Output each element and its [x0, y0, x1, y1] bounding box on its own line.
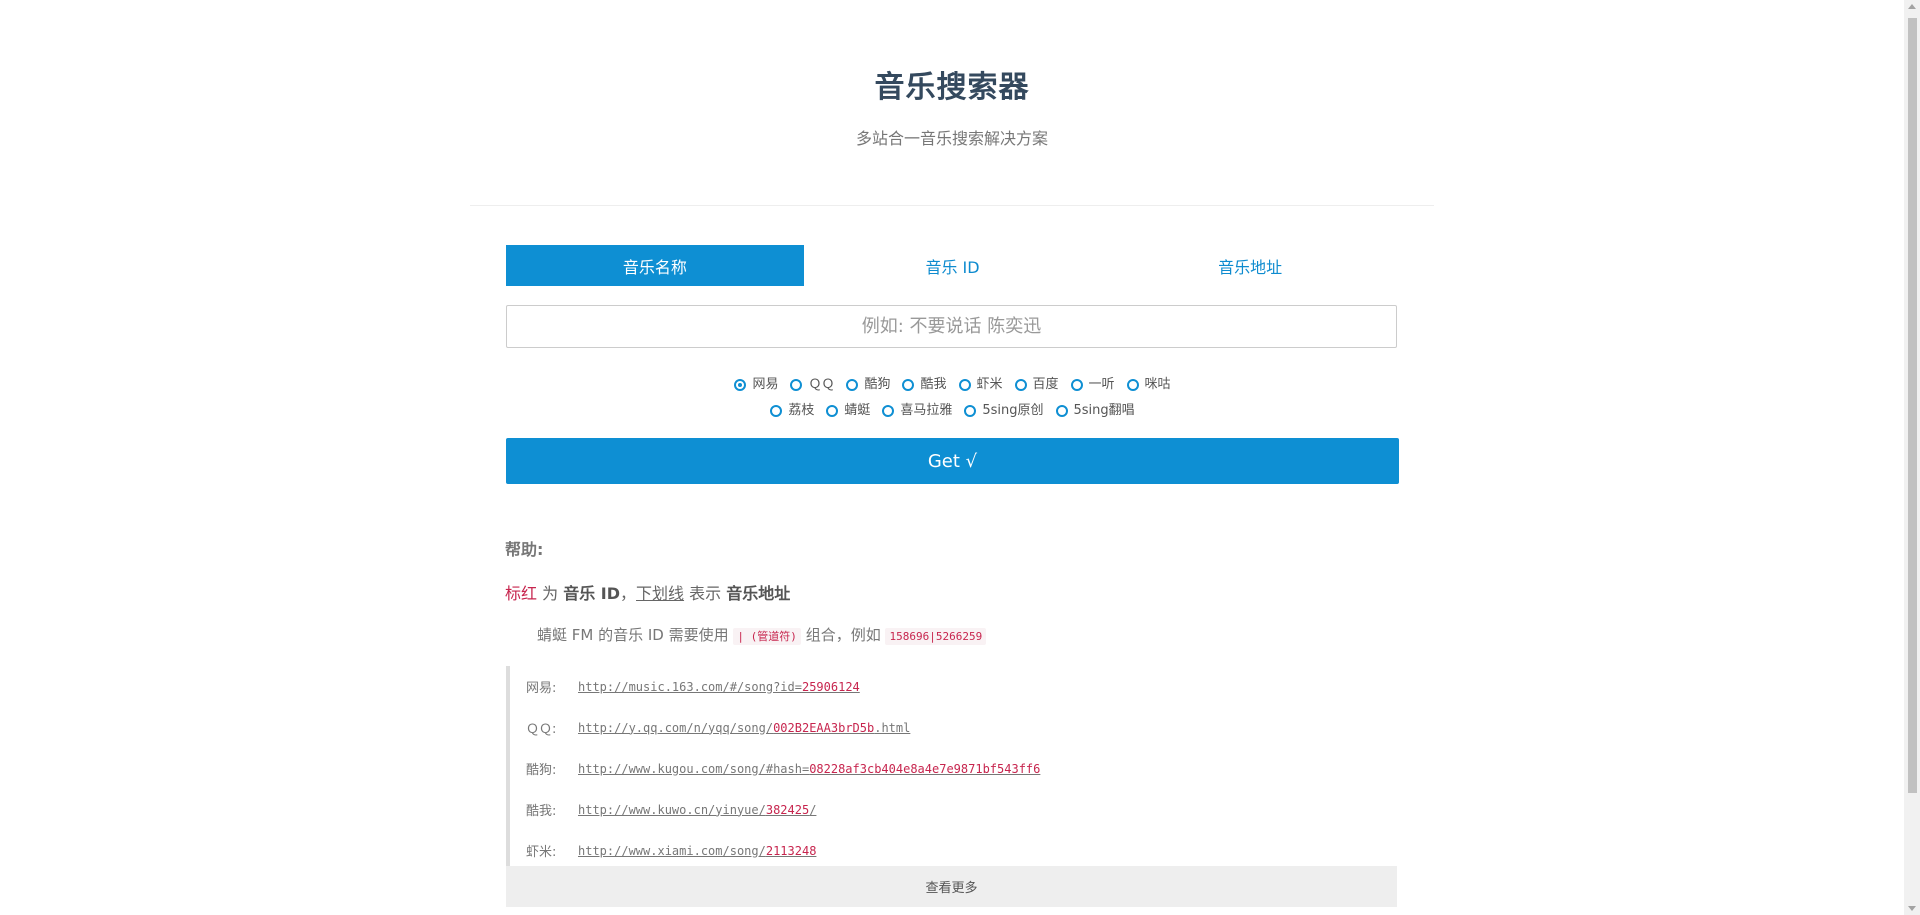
qingting-note: 蜻蜓 FM 的音乐 ID 需要使用 | (管道符) 组合，例如 158696|5… [537, 624, 987, 645]
music-id-term: 音乐 ID [563, 584, 621, 603]
radio-label: 5sing原创 [982, 403, 1044, 418]
example-label: 网易: [526, 681, 557, 696]
radio-migu[interactable]: 咪咕 [1126, 372, 1171, 398]
help-legend: 标红 为 音乐 ID，下划线 表示 音乐地址 [505, 580, 790, 604]
source-radio-row-2: 荔枝 蜻蜓 喜马拉雅 5sing原创 5sing翻唱 [506, 398, 1399, 424]
examples-list: 网易: http://music.163.com/#/song?id=25906… [506, 666, 1397, 871]
help-title: 帮助: [505, 540, 544, 559]
radio-label: 酷狗 [864, 377, 891, 392]
radio-qingting[interactable]: 蜻蜓 [826, 398, 870, 424]
help-text: 为 [537, 584, 564, 603]
radio-ximalaya[interactable]: 喜马拉雅 [882, 398, 952, 424]
help-text: ， [620, 584, 637, 603]
example-url[interactable]: http://music.163.com/#/song?id=25906124 [578, 680, 860, 694]
page: 音乐搜索器 多站合一音乐搜索解决方案 音乐名称 音乐 ID 音乐地址 网易 ＱＱ… [0, 0, 1904, 915]
example-row: 酷狗: http://www.kugou.com/song/#hash=0822… [526, 748, 1397, 789]
radio-label: 百度 [1032, 377, 1059, 392]
example-row: ＱＱ: http://y.qq.com/n/yqq/song/002B2EAA3… [526, 707, 1397, 748]
radio-icon [1055, 405, 1068, 417]
radio-xiami[interactable]: 虾米 [958, 372, 1003, 398]
radio-5sing-cover[interactable]: 5sing翻唱 [1055, 398, 1135, 424]
radio-qq[interactable]: ＱＱ [790, 372, 834, 398]
example-url[interactable]: http://www.kuwo.cn/yinyue/382425/ [578, 803, 816, 817]
radio-1ting[interactable]: 一听 [1070, 372, 1115, 398]
radio-icon [1126, 379, 1139, 391]
page-title: 音乐搜索器 [874, 70, 1030, 105]
radio-checked-icon [734, 379, 747, 391]
search-input[interactable] [507, 315, 1396, 338]
radio-label: 5sing翻唱 [1073, 403, 1135, 418]
get-button[interactable]: Get √ [506, 438, 1399, 484]
tab-music-id[interactable]: 音乐 ID [804, 245, 1102, 286]
radio-label: 蜻蜓 [844, 403, 871, 418]
example-url[interactable]: http://y.qq.com/n/yqq/song/002B2EAA3brD5… [578, 721, 910, 735]
example-url[interactable]: http://www.xiami.com/song/2113248 [578, 844, 816, 858]
radio-baidu[interactable]: 百度 [1014, 372, 1059, 398]
radio-kuwo[interactable]: 酷我 [902, 372, 947, 398]
radio-label: 网易 [752, 377, 779, 392]
radio-label: 咪咕 [1144, 377, 1171, 392]
radio-label: 酷我 [920, 377, 947, 392]
show-more-button[interactable]: 查看更多 [506, 866, 1397, 907]
source-radio-group: 网易 ＱＱ 酷狗 酷我 虾米 百度 一听 咪咕 荔枝 蜻蜓 喜马拉雅 5sing… [506, 372, 1399, 424]
search-box [506, 305, 1397, 348]
scrollbar-thumb[interactable] [1908, 18, 1917, 793]
pipe-code: | (管道符) [733, 628, 801, 645]
radio-label: 一听 [1088, 377, 1115, 392]
radio-label: 喜马拉雅 [900, 403, 953, 418]
source-radio-row-1: 网易 ＱＱ 酷狗 酷我 虾米 百度 一听 咪咕 [506, 372, 1399, 398]
page-subtitle: 多站合一音乐搜索解决方案 [855, 129, 1048, 148]
radio-icon [882, 405, 895, 417]
example-label: 酷我: [526, 804, 557, 819]
example-row: 酷我: http://www.kuwo.cn/yinyue/382425/ [526, 789, 1397, 830]
radio-icon [790, 379, 803, 391]
music-url-term: 音乐地址 [726, 584, 791, 603]
tab-music-name[interactable]: 音乐名称 [506, 245, 804, 286]
radio-label: 虾米 [976, 377, 1003, 392]
radio-label: 荔枝 [788, 403, 815, 418]
scroll-up-arrow-icon[interactable] [1908, 4, 1916, 9]
radio-icon [826, 405, 839, 417]
radio-kugou[interactable]: 酷狗 [846, 372, 890, 398]
qingting-example-code: 158696|5266259 [885, 628, 987, 645]
example-row: 网易: http://music.163.com/#/song?id=25906… [526, 666, 1397, 707]
radio-icon [1014, 379, 1027, 391]
help-text: 表示 [684, 584, 727, 603]
radio-5sing-original[interactable]: 5sing原创 [964, 398, 1044, 424]
vertical-scrollbar[interactable] [1904, 0, 1920, 915]
tab-music-url[interactable]: 音乐地址 [1101, 245, 1399, 286]
example-url[interactable]: http://www.kugou.com/song/#hash=08228af3… [578, 762, 1040, 776]
scroll-down-arrow-icon[interactable] [1908, 906, 1916, 911]
header: 音乐搜索器 多站合一音乐搜索解决方案 [470, 0, 1434, 206]
radio-icon [958, 379, 971, 391]
radio-netease[interactable]: 网易 [734, 372, 778, 398]
qingting-note-text: 蜻蜓 FM 的音乐 ID 需要使用 [537, 626, 729, 644]
radio-icon [770, 405, 783, 417]
radio-label: ＱＱ [808, 377, 835, 392]
underline-word: 下划线 [636, 584, 685, 603]
example-label: 虾米: [526, 845, 557, 860]
radio-lizhi[interactable]: 荔枝 [770, 398, 814, 424]
qingting-note-text: 组合，例如 [805, 626, 881, 644]
radio-icon [1070, 379, 1083, 391]
radio-icon [846, 379, 859, 391]
example-label: 酷狗: [526, 763, 557, 778]
example-row: 虾米: http://www.xiami.com/song/2113248 [526, 830, 1397, 871]
radio-icon [902, 379, 915, 391]
radio-icon [964, 405, 977, 417]
red-word: 标红 [505, 584, 538, 603]
search-type-tabs: 音乐名称 音乐 ID 音乐地址 [506, 245, 1399, 286]
example-label: ＱＱ: [526, 722, 557, 737]
